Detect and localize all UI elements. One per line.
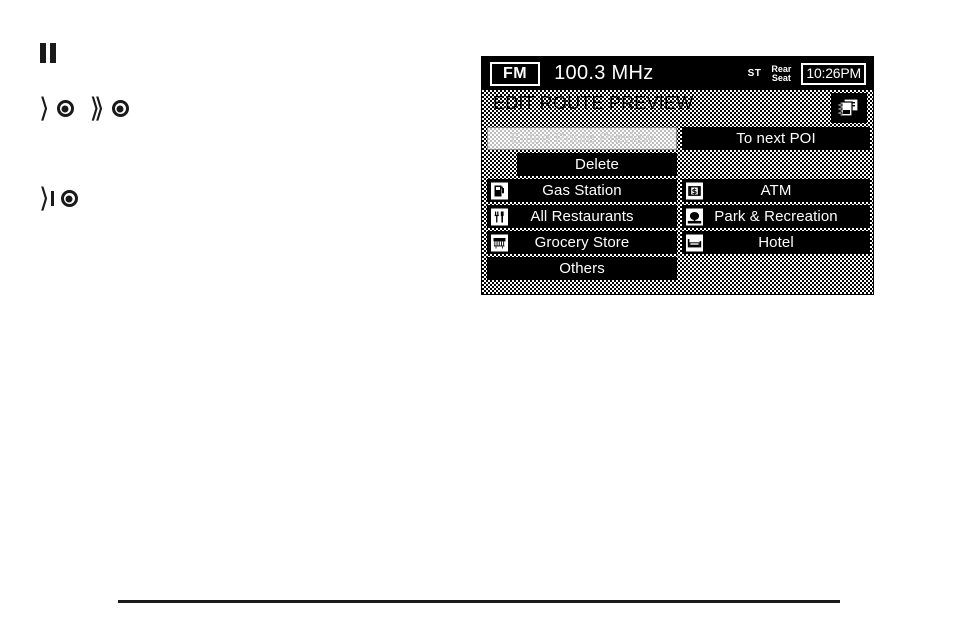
park-recreation-button[interactable]: Park & Recreation — [682, 205, 870, 228]
entire-route-preview-button[interactable]: Entire Route Preview — [487, 127, 677, 150]
chevron-right-icon: ⟩ — [39, 93, 50, 124]
all-restaurants-button[interactable]: All Restaurants — [487, 205, 677, 228]
poi-button-grid: Entire Route Preview Delete Gas Station … — [482, 127, 873, 294]
grocery-store-button[interactable]: Grocery Store — [487, 231, 677, 254]
pages-icon[interactable] — [831, 93, 867, 123]
pause-bar-right — [50, 43, 56, 63]
atm-icon: $ — [686, 182, 703, 199]
shopping-cart-icon — [491, 234, 508, 251]
button-ring-icon — [60, 190, 78, 207]
park-icon — [686, 208, 703, 225]
all-restaurants-label: All Restaurants — [530, 208, 634, 225]
radio-status-bar: FM 100.3 MHz ST Rear Seat 10:26PM — [482, 57, 873, 90]
radio-status-right: ST Rear Seat 10:26PM — [747, 62, 867, 85]
gas-pump-icon — [491, 182, 508, 199]
entire-route-preview-label: Entire Route Preview — [510, 130, 654, 147]
manual-margin-glyphs: ⟩ ⟫ ⟩ — [0, 0, 440, 300]
nav-glyph-row: ⟩ ⟫ — [39, 95, 129, 122]
hotel-bed-icon — [686, 234, 703, 251]
pause-icon — [40, 43, 60, 63]
chevron-right-icon: ⟩ — [39, 183, 50, 214]
chevron-double-right-icon: ⟫ — [89, 93, 105, 124]
atm-label: ATM — [760, 182, 792, 199]
seek-glyph-row: ⟩ — [39, 185, 78, 212]
delete-button[interactable]: Delete — [517, 153, 677, 176]
end-bar-icon — [50, 191, 54, 206]
park-recreation-label: Park & Recreation — [714, 208, 838, 225]
page-title: EDIT ROUTE PREVIEW — [493, 93, 694, 113]
title-row: EDIT ROUTE PREVIEW — [482, 90, 873, 127]
button-ring-icon — [56, 100, 74, 117]
right-button-column: To next POI $ ATM Park & Recreation Hote… — [682, 127, 870, 257]
hotel-button[interactable]: Hotel — [682, 231, 870, 254]
footer-divider — [118, 600, 840, 603]
atm-button[interactable]: $ ATM — [682, 179, 870, 202]
delete-label: Delete — [575, 156, 619, 173]
gas-station-label: Gas Station — [542, 182, 622, 199]
to-next-poi-button[interactable]: To next POI — [682, 127, 870, 150]
rear-seat-line-2: Seat — [771, 72, 791, 83]
grocery-store-label: Grocery Store — [534, 234, 630, 251]
gas-station-button[interactable]: Gas Station — [487, 179, 677, 202]
to-next-poi-label: To next POI — [736, 130, 816, 147]
navigation-screen: FM 100.3 MHz ST Rear Seat 10:26PM EDIT R… — [481, 56, 874, 295]
svg-text:$: $ — [692, 186, 698, 195]
stereo-indicator: ST — [747, 68, 762, 79]
pause-bar-left — [40, 43, 46, 63]
restaurant-icon — [491, 208, 508, 225]
rear-seat-indicator: Rear Seat — [771, 64, 791, 83]
hotel-label: Hotel — [758, 234, 794, 251]
clock-display: 10:26PM — [801, 62, 866, 85]
others-label: Others — [559, 260, 605, 277]
radio-band-indicator[interactable]: FM — [490, 61, 541, 86]
others-button[interactable]: Others — [487, 257, 677, 280]
radio-frequency: 100.3 MHz — [554, 62, 654, 84]
button-ring-icon — [111, 100, 129, 117]
left-button-column: Entire Route Preview Delete Gas Station … — [487, 127, 677, 283]
menu-body: EDIT ROUTE PREVIEW Entire Route Preview … — [482, 90, 873, 294]
